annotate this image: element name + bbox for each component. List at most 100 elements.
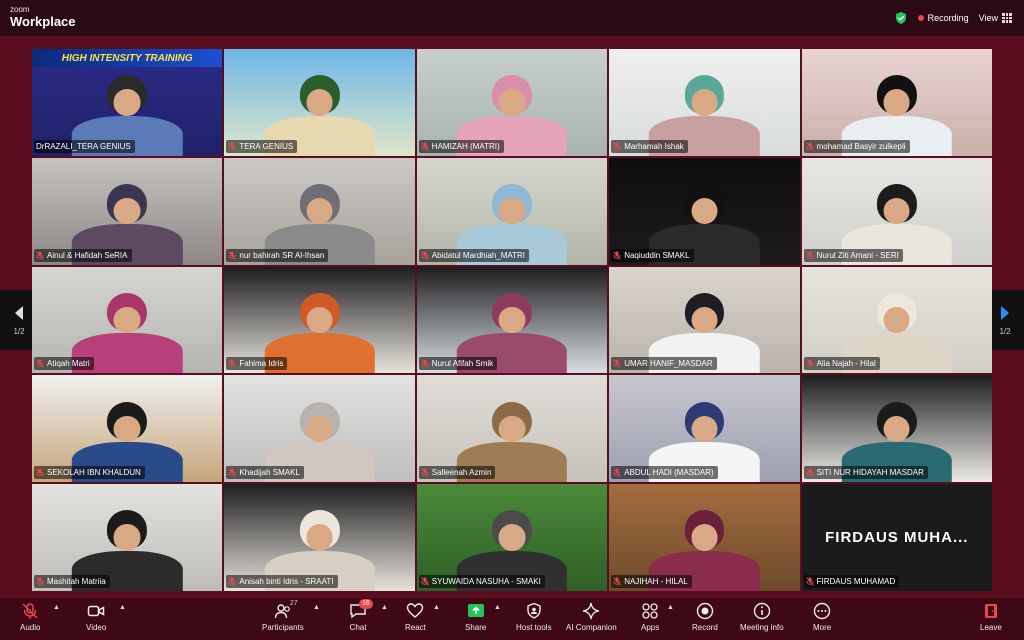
participant-tile[interactable]: Ainul & Hafidah SeRIA: [32, 157, 223, 265]
participant-name: Nurul Ziti Amani - SERI: [816, 250, 899, 260]
view-button[interactable]: View: [979, 13, 1012, 23]
leave-door-icon: [984, 604, 997, 618]
participants-button[interactable]: 27 Participants: [262, 600, 304, 638]
participant-tile[interactable]: Fahima Idris: [224, 266, 415, 374]
participant-name: nur bahirah SR Al-Ihsan: [239, 250, 325, 260]
brand-small: zoom: [10, 5, 30, 14]
ai-companion-button[interactable]: AI Companion: [566, 602, 617, 638]
participant-tile[interactable]: Nurul Afifah Smik: [416, 266, 608, 374]
microphone-muted-icon: [228, 359, 237, 369]
meeting-toolbar: Audio ▲ Video ▲ 27 Participants ▲ 16 Cha…: [0, 598, 1024, 640]
microphone-muted-icon: [805, 577, 814, 586]
meeting-info-button[interactable]: Meeting info: [740, 602, 784, 638]
participant-tile[interactable]: Nurul Ziti Amani - SERI: [801, 157, 992, 265]
microphone-muted-icon: [805, 359, 814, 369]
top-bar: zoom Workplace Recording View: [0, 0, 1024, 36]
share-button[interactable]: Share: [465, 602, 486, 638]
participant-tile[interactable]: Khadijah SMAKL: [224, 375, 415, 483]
participant-tile[interactable]: SYUWAIDA NASUHA - SMAKI: [416, 484, 608, 591]
participant-tile[interactable]: Abidatul Mardhiah_MATRI: [416, 157, 608, 265]
apps-button[interactable]: Apps: [641, 602, 659, 638]
apps-icon: [642, 603, 658, 619]
host-tools-button[interactable]: Host tools: [516, 602, 552, 638]
participant-tile[interactable]: Alia Najah - Hilal: [801, 266, 992, 374]
participant-name: Ainul & Hafidah SeRIA: [47, 250, 128, 260]
react-button[interactable]: React: [405, 602, 426, 638]
participant-name-tag: Alia Najah - Hilal: [803, 357, 880, 371]
participant-name-tag: TERA GENIUS: [226, 139, 298, 153]
shield-icon[interactable]: [894, 11, 908, 25]
microphone-muted-icon: [228, 250, 237, 260]
participant-tile[interactable]: FIRDAUS MUHA... FIRDAUS MUHAMAD: [801, 484, 992, 591]
leave-button[interactable]: Leave: [980, 602, 1002, 638]
microphone-muted-icon: [613, 142, 622, 151]
participant-tile[interactable]: nur bahirah SR Al-Ihsan: [224, 157, 415, 265]
participant-tile[interactable]: Anisah binti Idris - SRAATI: [224, 484, 415, 591]
participants-options-chevron-icon[interactable]: ▲: [313, 604, 320, 611]
microphone-muted-icon: [805, 468, 814, 477]
participant-name-tag: Nurul Afifah Smik: [418, 357, 498, 371]
microphone-muted-icon: [36, 250, 44, 260]
participant-name-tag: FIRDAUS MUHAMAD: [803, 575, 900, 588]
participant-tile[interactable]: HIGH INTENSITY TRAINING DrRAZALI_TERA GEN…: [32, 49, 223, 156]
microphone-muted-icon: [805, 250, 814, 260]
participant-name: mohamad Basyir zulkepli: [816, 141, 906, 151]
share-options-chevron-icon[interactable]: ▲: [494, 604, 501, 611]
microphone-muted-icon: [613, 359, 622, 369]
apps-options-chevron-icon[interactable]: ▲: [667, 604, 674, 611]
participant-name: Alia Najah - Hilal: [816, 359, 876, 369]
participant-name-tag: SEKOLAH IBN KHALDUN: [34, 466, 145, 480]
video-label: Video: [86, 623, 107, 632]
record-button[interactable]: Record: [692, 602, 718, 638]
record-dot-icon: [917, 15, 924, 21]
chevron-left-icon: [15, 305, 23, 320]
react-options-chevron-icon[interactable]: ▲: [433, 604, 440, 611]
microphone-muted-icon: [228, 577, 237, 586]
sparkle-icon: [583, 602, 600, 620]
recording-indicator[interactable]: Recording: [917, 13, 969, 23]
audio-options-chevron-icon[interactable]: ▲: [53, 604, 60, 611]
participant-name-tag: mohamad Basyir zulkepli: [803, 139, 910, 153]
participant-name: Fahima Idris: [239, 359, 284, 369]
participant-name-tag: Naqiuddin SMAKL: [611, 248, 694, 262]
participant-tile[interactable]: TERA GENIUS: [224, 49, 415, 156]
video-gallery: HIGH INTENSITY TRAINING DrRAZALI_TERA GEN…: [32, 49, 992, 591]
leave-label: Leave: [980, 623, 1002, 632]
participant-tile[interactable]: NAJIHAH - HILAL: [609, 484, 800, 591]
participant-tile[interactable]: Naqiuddin SMAKL: [609, 157, 800, 265]
chat-button[interactable]: 16 Chat: [349, 599, 373, 638]
participant-tile[interactable]: mohamad Basyir zulkepli: [801, 49, 992, 156]
participant-tile[interactable]: ABDUL HADI (MASDAR): [609, 375, 800, 483]
video-button[interactable]: Video: [86, 602, 106, 638]
page-indicator-right: 1/2: [999, 326, 1011, 336]
participant-tile[interactable]: HAMIZAH (MATRI): [416, 49, 608, 156]
participant-name-tag: Salleenah Azmin: [418, 466, 496, 480]
participant-name-tag: nur bahirah SR Al-Ihsan: [226, 248, 329, 262]
participant-tile[interactable]: UMAR HANIF_MASDAR: [609, 266, 800, 374]
participant-name-tag: ABDUL HADI (MASDAR): [611, 466, 718, 480]
participant-tile[interactable]: Salleenah Azmin: [416, 375, 608, 483]
heart-icon: [407, 603, 424, 618]
participant-tile[interactable]: SITI NUR HIDAYAH MASDAR: [801, 375, 992, 483]
participant-name-tag: SITI NUR HIDAYAH MASDAR: [803, 466, 928, 480]
participant-tile[interactable]: Marhamah Ishak: [609, 49, 800, 156]
video-options-chevron-icon[interactable]: ▲: [119, 604, 126, 611]
participant-name: Abidatul Mardhiah_MATRI: [431, 250, 526, 260]
participant-name: Nurul Afifah Smik: [431, 359, 494, 369]
participant-name: SEKOLAH IBN KHALDUN: [47, 468, 141, 478]
participant-name: Naqiuddin SMAKL: [624, 250, 690, 260]
audio-button[interactable]: Audio: [20, 602, 40, 638]
microphone-muted-icon: [228, 468, 237, 477]
participant-tile[interactable]: SEKOLAH IBN KHALDUN: [32, 375, 223, 483]
grid-view-icon: [1002, 13, 1012, 23]
participant-name-tag: Khadijah SMAKL: [226, 466, 304, 480]
chat-options-chevron-icon[interactable]: ▲: [381, 604, 388, 611]
more-label: More: [813, 623, 832, 632]
participant-tile[interactable]: Atiqah Matri: [32, 266, 223, 374]
participant-name: UMAR HANIF_MASDAR: [624, 359, 713, 369]
apps-label: Apps: [641, 623, 660, 632]
more-button[interactable]: More: [813, 602, 831, 638]
participant-name-tag: Nurul Ziti Amani - SERI: [803, 248, 903, 262]
participant-name: TERA GENIUS: [239, 141, 294, 151]
participant-tile[interactable]: Mashitah Matriia: [32, 484, 223, 591]
